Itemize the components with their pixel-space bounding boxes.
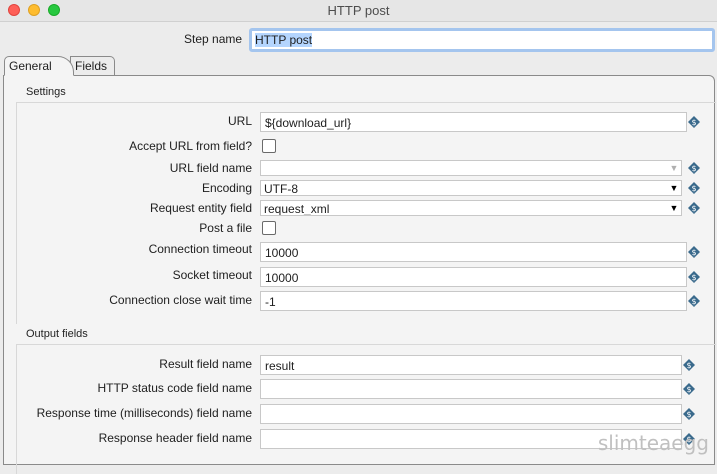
variable-icon[interactable]: $: [683, 359, 695, 371]
url-field-name-select[interactable]: ▼: [260, 160, 682, 176]
variable-icon[interactable]: $: [683, 383, 695, 395]
request-entity-label: Request entity field: [149, 201, 252, 215]
step-name-input[interactable]: HTTP post: [249, 28, 715, 52]
chevron-down-icon: ▼: [669, 163, 679, 173]
chevron-down-icon: ▼: [669, 183, 679, 193]
chevron-down-icon: ▼: [669, 203, 679, 213]
settings-group-title: Settings: [26, 86, 66, 98]
svg-text:$: $: [691, 184, 696, 193]
step-name-label: Step name: [184, 32, 243, 46]
result-field-input[interactable]: result: [260, 355, 682, 375]
http-status-label: HTTP status code field name: [97, 381, 252, 395]
encoding-label: Encoding: [201, 181, 252, 195]
general-tab-panel: Settings URL ${download_url} $ Accept UR…: [3, 75, 716, 474]
step-name-value: HTTP post: [255, 33, 313, 47]
svg-text:$: $: [691, 297, 696, 306]
output-group-title: Output fields: [26, 328, 88, 340]
response-header-label: Response header field name: [98, 431, 252, 445]
accept-url-label: Accept URL from field?: [129, 139, 252, 153]
svg-text:$: $: [691, 273, 696, 282]
socket-timeout-input[interactable]: 10000: [260, 267, 687, 287]
variable-icon[interactable]: $: [688, 202, 700, 214]
tab-general[interactable]: General: [4, 56, 74, 76]
close-wait-input[interactable]: -1: [260, 291, 687, 311]
socket-timeout-label: Socket timeout: [172, 268, 252, 282]
url-label: URL: [227, 114, 252, 128]
window-title: HTTP post: [327, 3, 390, 18]
variable-icon[interactable]: $: [688, 116, 700, 128]
svg-text:$: $: [691, 164, 696, 173]
variable-icon[interactable]: $: [688, 162, 700, 174]
watermark-text: slimteaegg: [597, 431, 709, 455]
post-file-checkbox[interactable]: [262, 221, 276, 235]
url-field-name-label: URL field name: [169, 161, 252, 175]
svg-text:$: $: [691, 204, 696, 213]
request-entity-select[interactable]: request_xml ▼: [260, 200, 682, 216]
result-field-label: Result field name: [159, 357, 252, 371]
svg-text:$: $: [686, 361, 691, 370]
tab-fields[interactable]: Fields: [70, 56, 115, 76]
post-file-label: Post a file: [199, 221, 252, 235]
accept-url-checkbox[interactable]: [262, 139, 276, 153]
svg-text:$: $: [691, 248, 696, 257]
response-time-label: Response time (milliseconds) field name: [36, 406, 252, 420]
url-input[interactable]: ${download_url}: [260, 112, 687, 132]
encoding-select[interactable]: UTF-8 ▼: [260, 180, 682, 196]
svg-text:$: $: [686, 410, 691, 419]
close-wait-label: Connection close wait time: [109, 293, 252, 307]
svg-text:$: $: [686, 385, 691, 394]
variable-icon[interactable]: $: [688, 271, 700, 283]
svg-text:$: $: [691, 118, 696, 127]
title-bar: HTTP post: [0, 0, 717, 22]
connection-timeout-label: Connection timeout: [148, 242, 252, 256]
variable-icon[interactable]: $: [688, 295, 700, 307]
variable-icon[interactable]: $: [688, 182, 700, 194]
variable-icon[interactable]: $: [683, 408, 695, 420]
variable-icon[interactable]: $: [688, 246, 700, 258]
connection-timeout-input[interactable]: 10000: [260, 242, 687, 262]
response-time-input[interactable]: [260, 404, 682, 424]
http-status-input[interactable]: [260, 379, 682, 399]
